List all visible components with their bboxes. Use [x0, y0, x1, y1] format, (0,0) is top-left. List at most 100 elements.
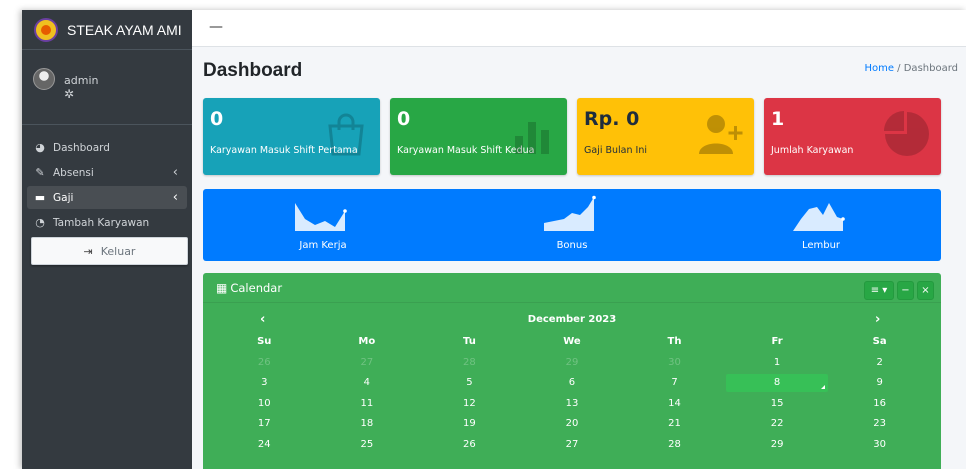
calendar-day[interactable]: 22	[726, 415, 829, 433]
calendar-day[interactable]: 1	[726, 354, 829, 372]
calendar-title: ▦ Calendar	[216, 281, 282, 295]
sparkline-lembur-chart	[793, 203, 845, 231]
stat-label: Gaji Bulan Ini	[584, 145, 647, 156]
calendar-header: ▦ Calendar ≡ ▾ − ×	[203, 273, 941, 303]
calendar-card: ▦ Calendar ≡ ▾ − × ‹ December 2023 › Su …	[203, 273, 941, 469]
sidebar-nav: ◕ Dashboard ✎ Absensi ‹ ▬ Gaji ‹ ◔ Tamba…	[22, 136, 192, 265]
breadcrumb-separator: /	[897, 63, 901, 74]
stat-box-jumlah-karyawan: 1 Jumlah Karyawan	[764, 98, 941, 175]
sparkline-panel: Jam Kerja Bonus Lembur	[203, 189, 941, 261]
stat-box-shift-kedua: 0 Karyawan Masuk Shift Kedua	[390, 98, 567, 175]
calendar-day[interactable]: 29	[726, 436, 829, 454]
sidebar-item-label: Dashboard	[53, 141, 110, 154]
calendar-month[interactable]: December 2023	[203, 314, 941, 325]
wallet-icon: ▬	[34, 191, 46, 204]
stat-value: 1	[771, 108, 785, 130]
calendar-day[interactable]: 15	[726, 395, 829, 413]
calendar-day[interactable]: 7	[623, 374, 726, 392]
calendar-menu-button[interactable]: ≡ ▾	[864, 281, 894, 300]
calendar-day[interactable]: 19	[418, 415, 521, 433]
calendar-day[interactable]: 3	[213, 374, 316, 392]
calendar-day[interactable]: 25	[316, 436, 419, 454]
close-button[interactable]: ×	[917, 281, 934, 300]
brand-link[interactable]: STEAK AYAM AMI	[22, 10, 192, 50]
collapse-button[interactable]: −	[897, 281, 914, 300]
calendar-day[interactable]: 14	[623, 395, 726, 413]
sidebar-item-gaji[interactable]: ▬ Gaji ‹	[27, 186, 187, 209]
calendar-day[interactable]: 24	[213, 436, 316, 454]
sparkline-label: Jam Kerja	[299, 240, 347, 251]
logout-label: Keluar	[100, 244, 136, 258]
sign-out-icon: ⇥	[83, 244, 93, 258]
calendar-grid: Su Mo Tu We Th Fr Sa 26 27 28 29 30 1 2 …	[213, 332, 931, 455]
calendar-day[interactable]: 10	[213, 395, 316, 413]
sidebar-item-label: Gaji	[53, 191, 74, 204]
dashboard-icon: ◕	[35, 141, 45, 154]
next-month-button[interactable]: ›	[875, 312, 880, 327]
weekday-label: Su	[257, 336, 272, 348]
calendar-day[interactable]: 20	[521, 415, 624, 433]
calendar-day[interactable]: 4	[316, 374, 419, 392]
sparkline-bonus-chart	[544, 195, 596, 231]
calendar-week-row: 26 27 28 29 30 1 2	[213, 353, 931, 374]
app-window: STEAK AYAM AMI admin ✲ ◕ Dashboard ✎ Abs…	[22, 10, 966, 469]
calendar-day[interactable]: 26	[418, 436, 521, 454]
menu-toggle-icon[interactable]: —	[209, 19, 223, 35]
calendar-day[interactable]: 9	[828, 374, 931, 392]
user-name[interactable]: admin	[64, 74, 98, 87]
calendar-day-old[interactable]: 27	[316, 354, 419, 372]
stat-value: 0	[397, 108, 411, 130]
calendar-day[interactable]: 28	[623, 436, 726, 454]
bar-chart-icon	[515, 122, 549, 154]
breadcrumb: Home / Dashboard	[864, 63, 958, 74]
calendar-day[interactable]: 2	[828, 354, 931, 372]
calendar-day-today[interactable]: 8	[725, 374, 829, 393]
sparkline-jam-kerja-chart	[295, 203, 347, 231]
weekday-label: Mo	[358, 336, 376, 348]
weekday-label: We	[563, 336, 581, 348]
edit-icon: ✎	[35, 166, 45, 179]
calendar-day-old[interactable]: 28	[418, 354, 521, 372]
stat-value: 0	[210, 108, 224, 130]
calendar-day[interactable]: 23	[828, 415, 931, 433]
brand-name: STEAK AYAM AMI	[67, 21, 182, 38]
calendar-tools: ≡ ▾ − ×	[864, 281, 934, 300]
logout-button[interactable]: ⇥ Keluar	[31, 237, 188, 265]
stat-value: Rp. 0	[584, 108, 640, 130]
calendar-day[interactable]: 12	[418, 395, 521, 413]
sparkline-lembur: Lembur	[746, 193, 896, 261]
calendar-day[interactable]: 11	[316, 395, 419, 413]
calendar-day[interactable]: 6	[521, 374, 624, 392]
sidebar-item-dashboard[interactable]: ◕ Dashboard	[27, 136, 187, 159]
calendar-week-row: 24 25 26 27 28 29 30	[213, 435, 931, 456]
calendar-week-row: 3 4 5 6 7 8 9	[213, 373, 931, 394]
gear-icon[interactable]: ✲	[64, 87, 74, 101]
calendar-day[interactable]: 5	[418, 374, 521, 392]
calendar-day[interactable]: 18	[316, 415, 419, 433]
stat-label: Jumlah Karyawan	[771, 145, 854, 156]
calendar-day[interactable]: 13	[521, 395, 624, 413]
calendar-icon: ▦	[216, 281, 228, 295]
stat-box-gaji: Rp. 0 Gaji Bulan Ini	[577, 98, 754, 175]
calendar-week-row: 17 18 19 20 21 22 23	[213, 414, 931, 435]
calendar-day-old[interactable]: 26	[213, 354, 316, 372]
sparkline-label: Lembur	[801, 240, 841, 251]
calendar-day-old[interactable]: 29	[521, 354, 624, 372]
shopping-bag-icon	[328, 113, 364, 156]
calendar-day-old[interactable]: 30	[623, 354, 726, 372]
calendar-day[interactable]: 17	[213, 415, 316, 433]
stat-box-shift-pertama: 0 Karyawan Masuk Shift Pertama	[203, 98, 380, 175]
calendar-day[interactable]: 30	[828, 436, 931, 454]
breadcrumb-home-link[interactable]: Home	[864, 63, 894, 74]
sidebar-item-tambah-karyawan[interactable]: ◔ Tambah Karyawan	[27, 211, 187, 234]
calendar-day[interactable]: 21	[623, 415, 726, 433]
top-navbar: —	[192, 10, 966, 47]
weekday-label: Th	[667, 336, 682, 348]
chart-pie-icon: ◔	[35, 216, 45, 229]
calendar-day[interactable]: 27	[521, 436, 624, 454]
calendar-day[interactable]: 16	[828, 395, 931, 413]
sidebar-item-absensi[interactable]: ✎ Absensi ‹	[27, 161, 187, 184]
sidebar-item-label: Absensi	[53, 166, 94, 179]
sparkline-jam-kerja: Jam Kerja	[248, 193, 398, 261]
avatar	[33, 68, 55, 90]
